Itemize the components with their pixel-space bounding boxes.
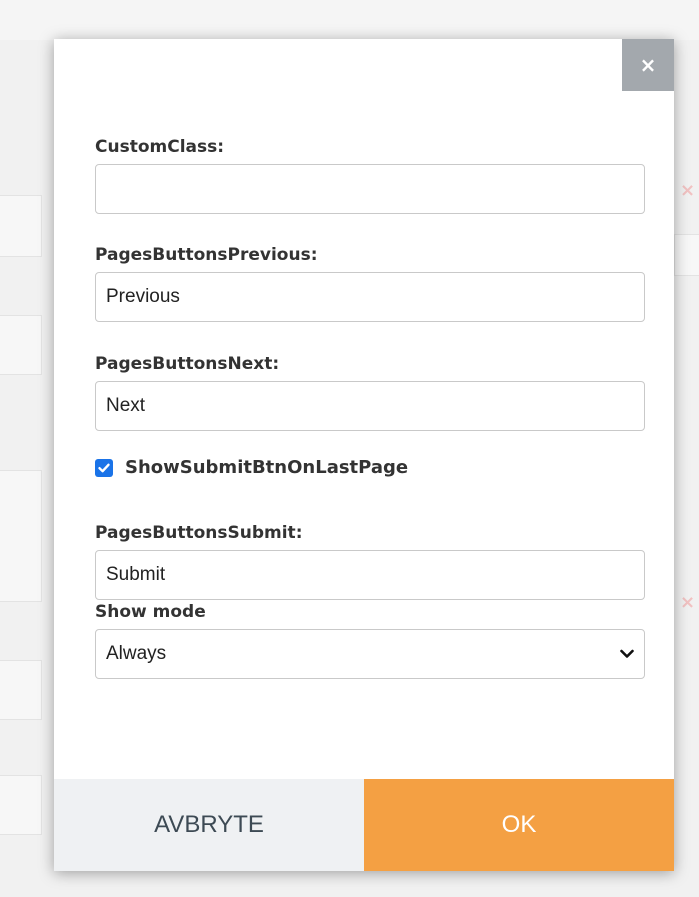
- background-topbar: [0, 0, 699, 40]
- background-panel: [0, 315, 42, 375]
- pages-buttons-next-input[interactable]: [95, 381, 645, 431]
- pages-buttons-previous-input[interactable]: [95, 272, 645, 322]
- dialog-footer: AVBRYTE OK: [54, 779, 674, 871]
- custom-class-input[interactable]: [95, 164, 645, 214]
- background-panel: [0, 195, 42, 257]
- ok-button-label: OK: [501, 811, 537, 838]
- chevron-down-icon: [620, 649, 634, 658]
- cancel-button-label: AVBRYTE: [154, 811, 264, 838]
- background-delete-icon: ×: [680, 592, 696, 613]
- show-mode-field: Show mode Always: [95, 601, 645, 679]
- background-delete-icon: ×: [680, 180, 696, 201]
- show-mode-select[interactable]: Always: [95, 629, 645, 679]
- background-panel: [0, 470, 42, 602]
- pages-buttons-previous-label: PagesButtonsPrevious:: [95, 245, 318, 265]
- background-panel: [0, 660, 42, 720]
- pages-buttons-next-field: PagesButtonsNext:: [95, 353, 645, 431]
- close-icon[interactable]: ×: [640, 53, 657, 77]
- checkmark-icon: [98, 463, 110, 472]
- pages-buttons-previous-field: PagesButtonsPrevious:: [95, 244, 645, 322]
- ok-button[interactable]: OK: [364, 779, 674, 871]
- show-mode-selected-value: Always: [106, 643, 167, 664]
- show-submit-checkbox[interactable]: [95, 458, 113, 477]
- custom-class-label: CustomClass:: [95, 137, 225, 157]
- show-submit-row[interactable]: ShowSubmitBtnOnLastPage: [95, 457, 408, 478]
- pages-buttons-next-label: PagesButtonsNext:: [95, 354, 280, 374]
- custom-class-field: CustomClass:: [95, 136, 645, 214]
- cancel-button[interactable]: AVBRYTE: [54, 779, 364, 871]
- show-mode-label: Show mode: [95, 602, 206, 622]
- background-panel: [674, 234, 699, 276]
- close-button[interactable]: ×: [622, 39, 674, 91]
- pages-buttons-submit-field: PagesButtonsSubmit:: [95, 522, 645, 600]
- show-submit-label[interactable]: ShowSubmitBtnOnLastPage: [125, 457, 408, 478]
- pages-buttons-submit-input[interactable]: [95, 550, 645, 600]
- background-panel: [0, 775, 42, 835]
- pages-buttons-submit-label: PagesButtonsSubmit:: [95, 523, 303, 543]
- settings-dialog: × CustomClass: PagesButtonsPrevious: Pag…: [54, 39, 674, 871]
